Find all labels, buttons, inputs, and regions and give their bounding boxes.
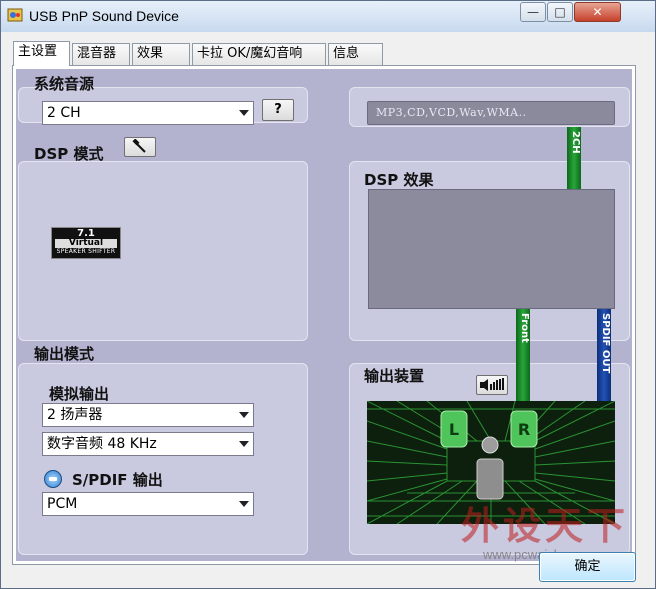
bar-2ch: 2CH <box>567 127 581 189</box>
digital-audio-select[interactable]: 数字音频 48 KHz <box>42 432 254 456</box>
minimize-icon: — <box>527 5 539 19</box>
analog-output-label: 模拟输出 <box>49 385 110 403</box>
right-speaker-label: R <box>518 420 530 439</box>
tab-mixer[interactable]: 混音器 <box>72 43 130 65</box>
tab-karaoke[interactable]: 卡拉 OK/魔幻音响 <box>192 43 326 65</box>
window-title: USB PnP Sound Device <box>29 8 179 24</box>
window: USB PnP Sound Device — □ ✕ 主设置 混音器 效果 卡拉… <box>0 0 656 589</box>
spdif-format-select[interactable]: PCM <box>42 492 254 516</box>
logo-line2: Virtual <box>55 239 117 248</box>
speaker-test-button[interactable] <box>476 375 508 395</box>
chevron-down-icon <box>239 110 249 116</box>
ok-button[interactable]: 确定 <box>539 552 636 582</box>
source-label: 系统音源 <box>34 75 95 93</box>
tab-info[interactable]: 信息 <box>328 43 383 65</box>
dialog-client: 主设置 混音器 效果 卡拉 OK/魔幻音响 信息 系统音源 2 CH ? MP3… <box>9 32 647 584</box>
watermark-text: 外设天下 <box>461 503 630 548</box>
spdif-toggle[interactable] <box>44 470 62 488</box>
spdif-format-value: PCM <box>47 496 78 512</box>
virtual-71-logo[interactable]: 7.1 Virtual SPEAKER SHIFTER <box>51 227 121 259</box>
panel-background: 系统音源 2 CH ? MP3,CD,VCD,Wav,WMA.. DSP 模式 … <box>16 69 632 561</box>
source-select[interactable]: 2 CH <box>42 101 254 125</box>
left-speaker-label: L <box>449 420 459 439</box>
chevron-down-icon <box>239 441 249 447</box>
bar-spdif-out: SPDIF OUT <box>597 309 611 401</box>
tab-effects[interactable]: 效果 <box>132 43 190 65</box>
dsp-effect-label: DSP 效果 <box>364 171 434 189</box>
maximize-icon: □ <box>554 5 566 19</box>
digital-audio-value: 数字音频 48 KHz <box>47 436 157 452</box>
format-readout: MP3,CD,VCD,Wav,WMA.. <box>367 101 615 125</box>
dsp-mode-button[interactable] <box>124 137 156 157</box>
app-icon <box>7 8 23 22</box>
tab-main-settings[interactable]: 主设置 <box>13 41 70 66</box>
close-icon: ✕ <box>592 5 603 19</box>
chevron-down-icon <box>239 501 249 507</box>
bar-front: Front <box>516 309 530 401</box>
speakers-select[interactable]: 2 扬声器 <box>42 403 254 427</box>
close-button[interactable]: ✕ <box>574 2 621 22</box>
source-value: 2 CH <box>47 105 81 121</box>
chevron-down-icon <box>239 412 249 418</box>
title-bar: USB PnP Sound Device — □ ✕ <box>1 1 655 32</box>
volume-bars-icon <box>480 378 504 391</box>
output-mode-label: 输出模式 <box>34 345 95 363</box>
hammer-icon <box>132 138 146 153</box>
help-button[interactable]: ? <box>262 99 294 121</box>
minimize-button[interactable]: — <box>520 2 546 22</box>
speakers-value: 2 扬声器 <box>47 407 103 423</box>
maximize-button[interactable]: □ <box>547 2 573 22</box>
output-device-label: 输出装置 <box>364 367 425 385</box>
dsp-mode-label: DSP 模式 <box>34 145 104 163</box>
dsp-effect-display[interactable] <box>368 189 615 309</box>
logo-line3: SPEAKER SHIFTER <box>56 248 116 255</box>
toggle-icon <box>49 477 57 481</box>
tab-panel: 系统音源 2 CH ? MP3,CD,VCD,Wav,WMA.. DSP 模式 … <box>12 65 636 565</box>
spdif-output-label: S/PDIF 输出 <box>72 471 163 489</box>
